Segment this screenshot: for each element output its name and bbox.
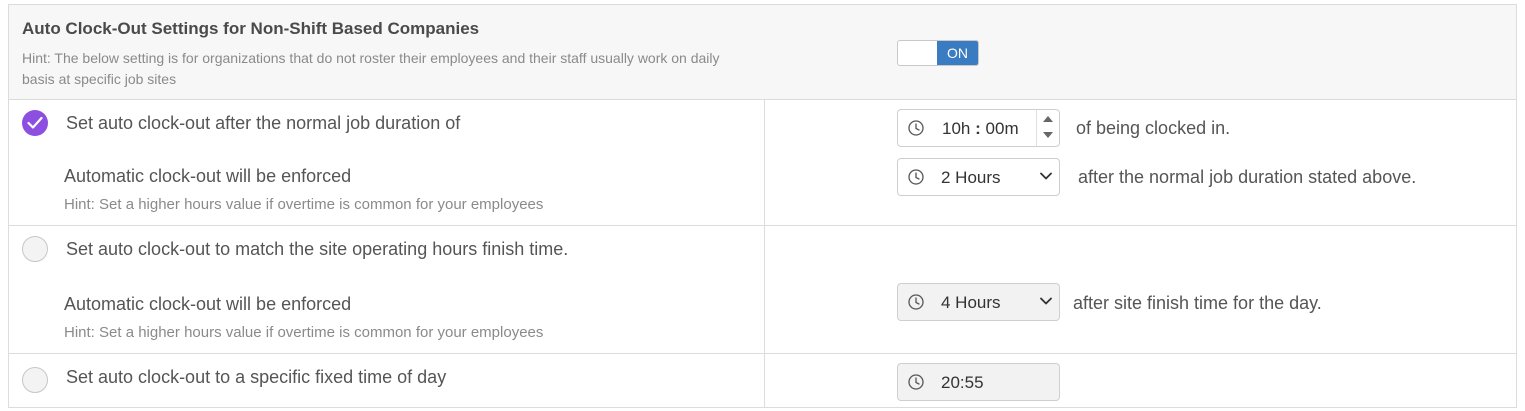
enforce-suffix: after the normal job duration stated abo…: [1078, 167, 1417, 187]
auto-clockout-settings-table: Auto Clock-Out Settings for Non-Shift Ba…: [8, 4, 1517, 408]
duration-minutes: 00: [985, 119, 1005, 138]
option-fixed-time-row: Set auto clock-out to a specific fixed t…: [9, 354, 1516, 408]
duration-suffix: of being clocked in.: [1076, 118, 1231, 138]
chevron-down-icon: [1040, 297, 1052, 305]
option-fixed-time-radio[interactable]: [22, 367, 48, 393]
option-job-duration-row: Set auto clock-out after the normal job …: [9, 100, 1516, 226]
option-job-duration-radio[interactable]: [22, 110, 48, 136]
toggle-on-label: ON: [937, 41, 978, 65]
duration-spinner[interactable]: [1036, 110, 1059, 146]
option-site-hours-row: Set auto clock-out to match the site ope…: [9, 226, 1516, 354]
spinner-up-icon[interactable]: [1043, 116, 1053, 122]
option-job-duration-label: Set auto clock-out after the normal job …: [66, 113, 461, 133]
section-hint: Hint: The below setting is for organizat…: [22, 50, 720, 87]
site-enforce-suffix: after site finish time for the day.: [1073, 293, 1322, 313]
minutes-unit: m: [1004, 119, 1019, 138]
fixed-time-input[interactable]: 20:55: [897, 363, 1060, 401]
enforce-hours-select[interactable]: 2 Hours: [897, 158, 1060, 196]
clock-icon: [908, 120, 924, 136]
duration-value: 10h : 00m: [942, 119, 1019, 139]
clock-icon: [908, 374, 924, 390]
checkmark-icon: [27, 116, 43, 129]
auto-clockout-toggle[interactable]: ON: [897, 40, 979, 66]
duration-hours: 10: [942, 119, 961, 138]
section-title: Auto Clock-Out Settings for Non-Shift Ba…: [22, 19, 480, 38]
time-separator: :: [975, 119, 981, 138]
clock-icon: [908, 169, 924, 185]
fixed-time-value: 20:55: [941, 373, 984, 392]
spinner-down-icon[interactable]: [1043, 132, 1053, 138]
site-enforce-hours-value: 4 Hours: [941, 293, 1001, 312]
enforce-hint: Hint: Set a higher hours value if overti…: [64, 196, 544, 213]
option-site-hours-radio[interactable]: [22, 236, 48, 262]
settings-header-row: Auto Clock-Out Settings for Non-Shift Ba…: [9, 5, 1516, 100]
option-site-hours-label: Set auto clock-out to match the site ope…: [66, 239, 569, 259]
job-duration-input[interactable]: 10h : 00m: [897, 109, 1060, 147]
clock-icon: [908, 294, 924, 310]
enforce-label: Automatic clock-out will be enforced: [64, 294, 352, 314]
enforce-hint: Hint: Set a higher hours value if overti…: [64, 324, 544, 341]
enforce-hours-value: 2 Hours: [941, 168, 1001, 187]
site-enforce-hours-select[interactable]: 4 Hours: [897, 283, 1060, 321]
option-fixed-time-label: Set auto clock-out to a specific fixed t…: [66, 367, 447, 387]
chevron-down-icon: [1040, 172, 1052, 180]
enforce-label: Automatic clock-out will be enforced: [64, 166, 352, 186]
hours-unit: h: [960, 119, 971, 138]
